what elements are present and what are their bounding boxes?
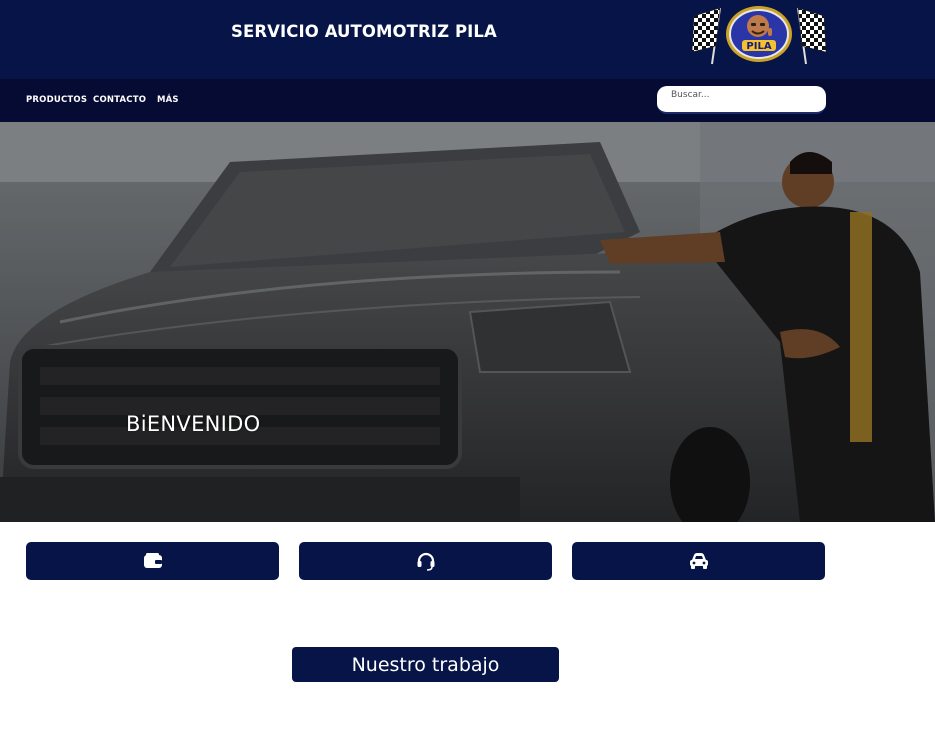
headset-icon <box>417 552 434 571</box>
wallet-button[interactable] <box>26 542 279 580</box>
site-header: SERVICIO AUTOMOTRIZ PILA PILA <box>0 0 935 79</box>
wallet-icon <box>143 553 162 568</box>
search-box <box>657 86 826 114</box>
logo-text: PILA <box>746 41 771 52</box>
support-button[interactable] <box>299 542 552 580</box>
search-input[interactable] <box>671 88 816 102</box>
hero-image <box>0 122 935 522</box>
hero-title: BiENVENIDO <box>126 412 261 436</box>
site-title: SERVICIO AUTOMOTRIZ PILA <box>231 22 497 41</box>
car-button[interactable] <box>572 542 825 580</box>
car-icon <box>689 553 708 569</box>
nav-item-mas[interactable]: MÁS <box>157 95 179 105</box>
nav-item-contacto[interactable]: CONTACTO <box>93 95 146 105</box>
site-logo[interactable]: PILA <box>690 2 828 68</box>
hero-banner: BiENVENIDO <box>0 122 935 522</box>
nav-item-productos[interactable]: PRODUCTOS <box>26 95 87 105</box>
our-work-button[interactable]: Nuestro trabajo <box>292 647 559 682</box>
logo-graphic: PILA <box>691 6 827 65</box>
